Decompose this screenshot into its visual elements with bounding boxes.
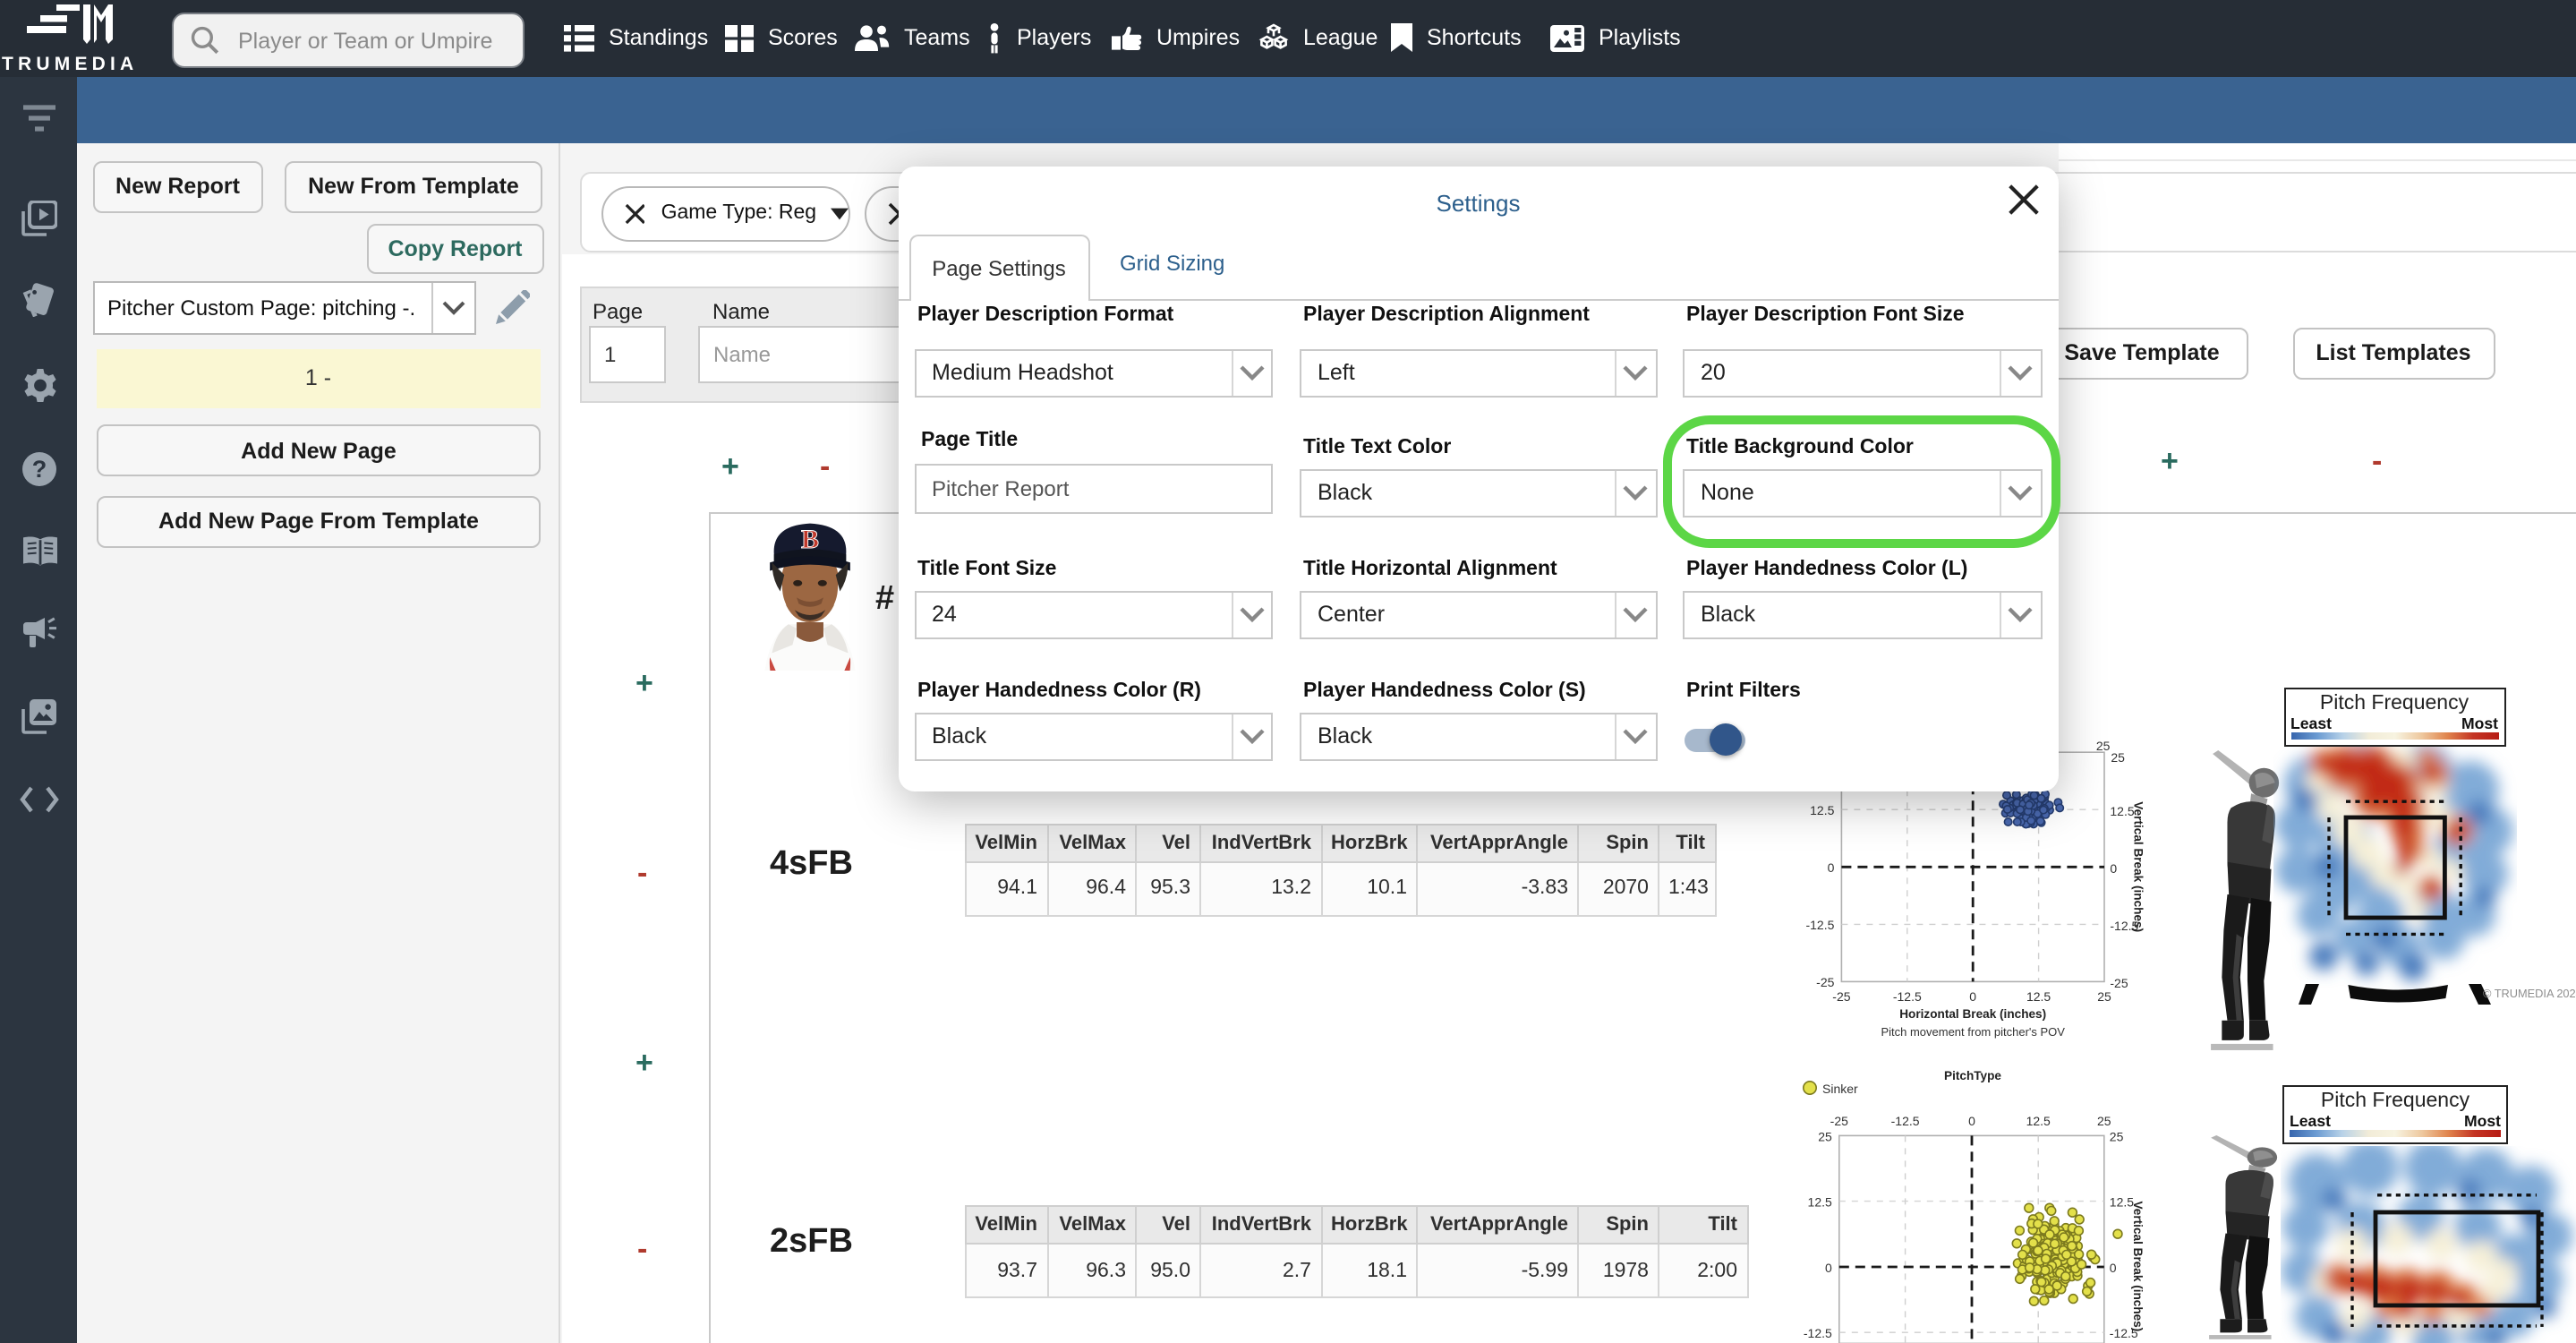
svg-text:Pitch movement from pitcher's: Pitch movement from pitcher's POV — [1881, 1025, 2065, 1039]
svg-text:0: 0 — [1969, 989, 1976, 1004]
svg-text:0: 0 — [1968, 1114, 1975, 1128]
svg-text:25: 25 — [2111, 750, 2125, 765]
svg-text:PitchType: PitchType — [1944, 1069, 2001, 1082]
svg-text:-12.5: -12.5 — [1805, 918, 1834, 932]
svg-text:?: ? — [32, 456, 47, 483]
svg-text:12.5: 12.5 — [2026, 989, 2051, 1004]
svg-text:-25: -25 — [1830, 1114, 1848, 1128]
svg-text:12.5: 12.5 — [2026, 1114, 2051, 1128]
svg-text:25: 25 — [2110, 1129, 2124, 1143]
svg-text:-25: -25 — [1832, 989, 1850, 1004]
svg-text:-12.5: -12.5 — [1893, 989, 1922, 1004]
svg-text:Horizontal Break (inches): Horizontal Break (inches) — [1899, 1007, 2046, 1021]
svg-text:0: 0 — [2110, 861, 2117, 876]
svg-text:0: 0 — [2110, 1261, 2117, 1275]
svg-text:-12.5: -12.5 — [1804, 1326, 1832, 1340]
svg-text:Sinker: Sinker — [1822, 1082, 1858, 1096]
svg-text:-25: -25 — [2110, 976, 2128, 990]
svg-text:25: 25 — [2096, 739, 2111, 753]
svg-text:0: 0 — [1825, 1261, 1832, 1275]
svg-text:12.5: 12.5 — [1810, 803, 1834, 817]
svg-text:-12.5: -12.5 — [1891, 1114, 1920, 1128]
svg-text:25: 25 — [2097, 989, 2111, 1004]
svg-text:25: 25 — [2097, 1114, 2111, 1128]
svg-text:25: 25 — [1818, 1129, 1832, 1143]
svg-text:-25: -25 — [1816, 975, 1834, 989]
svg-text:B: B — [800, 525, 818, 554]
svg-text:Vertical Break (inches): Vertical Break (inches) — [2131, 1201, 2145, 1331]
svg-text:0: 0 — [1828, 860, 1835, 875]
svg-text:Vertical Break (inches): Vertical Break (inches) — [2131, 801, 2145, 932]
svg-text:12.5: 12.5 — [1808, 1195, 1832, 1210]
